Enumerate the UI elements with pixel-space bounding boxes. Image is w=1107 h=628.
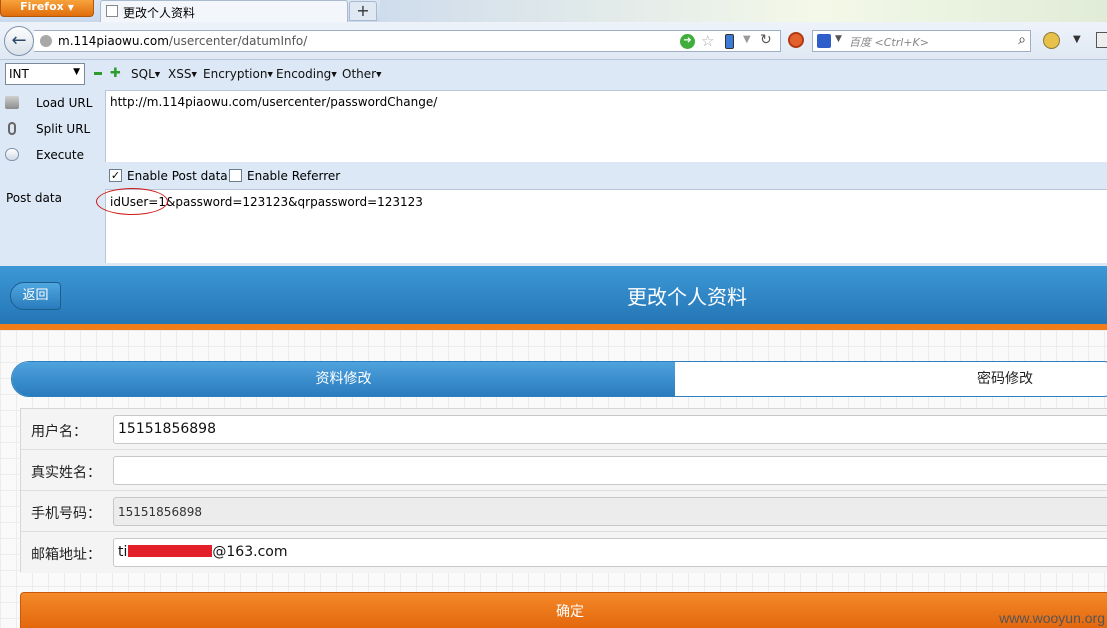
address-bar[interactable]: m.114piaowu.com/usercenter/datumInfo/ ➜ … [34, 30, 781, 52]
back-arrow-icon: ← [11, 30, 27, 51]
realname-input[interactable] [113, 456, 1107, 485]
username-input[interactable]: 15151856898 [113, 415, 1107, 444]
noscript-icon[interactable] [788, 32, 804, 48]
addon-icon[interactable] [1043, 32, 1060, 49]
form-row-email: 邮箱地址： ti @163.com [21, 532, 1107, 573]
dropdown-arrow-icon: ▼ [267, 70, 273, 79]
hackbar-url-value: http://m.114piaowu.com/usercenter/passwo… [110, 95, 438, 109]
form-row-phone: 手机号码： 15151856898 [21, 491, 1107, 532]
tab-strip: Firefox ▼ 更改个人资料 + [0, 0, 1107, 22]
dropdown-arrow-icon: ▼ [154, 70, 161, 79]
address-text[interactable]: m.114piaowu.com/usercenter/datumInfo/ [58, 34, 307, 48]
post-data-field[interactable]: idUser=1&password=123123&qrpassword=1231… [105, 189, 1107, 263]
watermark: www.wooyun.org [999, 610, 1105, 626]
realname-label: 真实姓名： [31, 465, 101, 481]
url-path: /usercenter/datumInfo/ [168, 34, 308, 48]
enable-post-checkbox[interactable]: ✓ [109, 169, 122, 182]
menu-sql[interactable]: SQL▼ [131, 67, 160, 81]
tab-password-edit[interactable]: 密码修改 [675, 362, 1107, 396]
menu-label: XSS [168, 67, 192, 81]
chevron-down-icon: ▼ [73, 67, 80, 77]
page-icon [106, 5, 118, 17]
menu-other[interactable]: Other▼ [342, 67, 381, 81]
browser-tab[interactable]: 更改个人资料 [100, 0, 348, 22]
search-bar[interactable]: ▼ 百度 <Ctrl+K> ⌕ [812, 30, 1031, 52]
chevron-down-icon: ▼ [67, 3, 74, 12]
email-prefix: ti [118, 544, 128, 560]
tab-title: 更改个人资料 [123, 6, 196, 20]
menu-encryption[interactable]: Encryption▼ [203, 67, 273, 81]
enable-referrer-checkbox[interactable] [229, 169, 242, 182]
split-url-label: Split URL [36, 122, 91, 136]
post-data-label: Post data [6, 191, 62, 205]
enable-referrer-label: Enable Referrer [247, 169, 341, 183]
load-url-button[interactable]: Load URL [0, 92, 100, 114]
load-url-icon [5, 96, 19, 109]
hackbar-type-select[interactable]: INT ▼ [5, 63, 85, 85]
decrease-icon[interactable] [94, 72, 102, 75]
page-title: 更改个人资料 [627, 285, 747, 309]
new-tab-button[interactable]: + [349, 1, 377, 21]
profile-tabs: 资料修改 密码修改 [11, 361, 1107, 397]
site-identity-icon[interactable] [40, 35, 52, 47]
email-suffix: @163.com [212, 544, 288, 560]
execute-label: Execute [36, 148, 84, 162]
search-input[interactable]: 百度 <Ctrl+K> [849, 34, 929, 50]
email-label: 邮箱地址： [31, 547, 101, 563]
profile-form: 用户名： 15151856898 真实姓名： 手机号码： 15151856898… [20, 408, 1107, 573]
annotation-ellipse [96, 188, 168, 215]
tab-strip-background [380, 0, 1107, 22]
email-input[interactable]: ti @163.com [113, 538, 1107, 567]
hackbar-panel: INT ▼ ✚ SQL▼ XSS▼ Encryption▼ Encoding▼ O… [0, 60, 1107, 266]
execute-button[interactable]: Execute [0, 144, 100, 166]
clipped-toolbar-icon[interactable] [1096, 32, 1107, 48]
form-row-username: 用户名： 15151856898 [21, 409, 1107, 450]
back-button[interactable]: ← [4, 26, 34, 56]
firefox-menu-label: Firefox [20, 0, 64, 13]
screenshot-root: Firefox ▼ 更改个人资料 + ← m.114piaowu.com/user… [0, 0, 1107, 628]
menu-encoding[interactable]: Encoding▼ [276, 67, 337, 81]
dropdown-arrow-icon: ▼ [331, 70, 337, 79]
menu-label: Encoding [276, 67, 332, 81]
username-label: 用户名： [31, 424, 87, 440]
menu-label: Encryption [203, 67, 268, 81]
header-title-container: 更改个人资料 [0, 266, 1107, 324]
toolbar-dropdown-icon[interactable]: ▼ [1073, 34, 1081, 45]
search-magnifier-icon[interactable]: ⌕ [1018, 32, 1026, 48]
baidu-engine-icon[interactable] [817, 34, 831, 48]
dropdown-arrow-icon: ▼ [191, 70, 197, 79]
hackbar-url-field[interactable]: http://m.114piaowu.com/usercenter/passwo… [105, 90, 1107, 162]
enable-post-label: Enable Post data [127, 169, 228, 183]
bookmark-star-icon[interactable]: ☆ [701, 32, 714, 50]
url-host: m.114piaowu.com [58, 34, 169, 48]
execute-icon [5, 148, 19, 161]
redaction-bar [128, 545, 213, 557]
header-back-button[interactable]: 返回 [10, 282, 61, 310]
menu-xss[interactable]: XSS▼ [168, 67, 197, 81]
phone-input[interactable]: 15151856898 [113, 497, 1107, 526]
history-dropdown-icon[interactable]: ▼ [743, 34, 751, 45]
go-arrow-icon[interactable]: ➜ [680, 34, 695, 49]
hackbar-select-value: INT [9, 67, 29, 81]
menu-label: Other [342, 67, 377, 81]
tab-profile-edit[interactable]: 资料修改 [12, 362, 675, 396]
split-url-icon [8, 122, 16, 135]
increase-icon[interactable]: ✚ [110, 66, 121, 81]
submit-button[interactable]: 确定 [20, 592, 1107, 628]
split-url-button[interactable]: Split URL [0, 118, 100, 140]
navigation-bar: ← m.114piaowu.com/usercenter/datumInfo/ … [0, 22, 1107, 60]
engine-dropdown-icon[interactable]: ▼ [835, 34, 842, 44]
phone-label: 手机号码： [31, 506, 101, 522]
reload-icon[interactable]: ↻ [760, 32, 772, 48]
dropdown-arrow-icon: ▼ [376, 70, 382, 79]
page-header: 更改个人资料 返回 [0, 266, 1107, 324]
load-url-label: Load URL [36, 96, 93, 110]
firefox-menu-button[interactable]: Firefox ▼ [0, 0, 94, 17]
hackbar-toolbar: INT ▼ ✚ SQL▼ XSS▼ Encryption▼ Encoding▼ O… [0, 60, 1107, 88]
mobile-device-icon[interactable] [725, 34, 734, 49]
form-row-realname: 真实姓名： [21, 450, 1107, 491]
menu-label: SQL [131, 67, 155, 81]
